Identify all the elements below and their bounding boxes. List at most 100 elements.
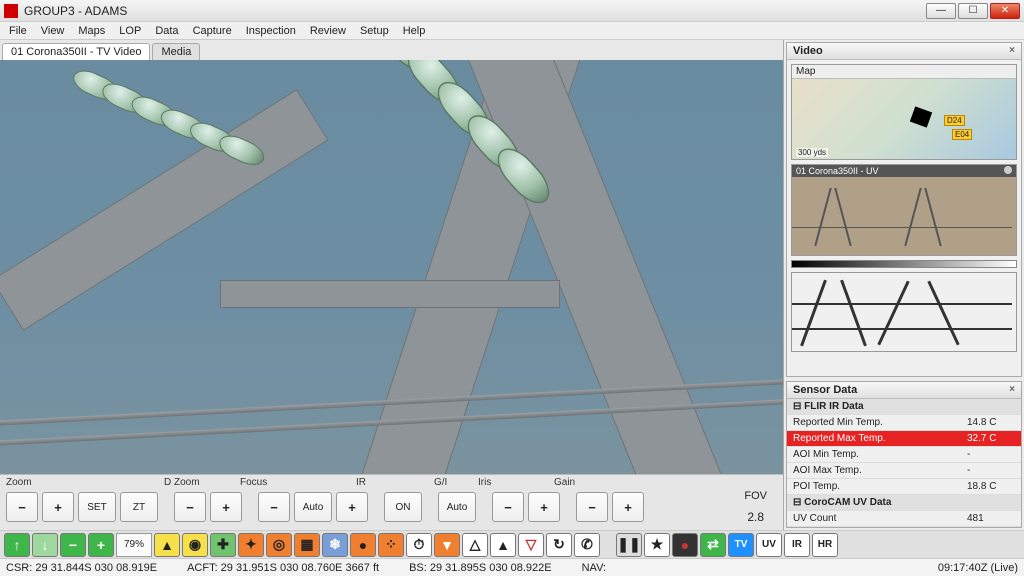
thumb-ir-image xyxy=(792,273,1016,351)
arrow-up-icon[interactable]: ↑ xyxy=(4,533,30,557)
menu-maps[interactable]: Maps xyxy=(71,24,112,38)
gi-auto-button[interactable]: Auto xyxy=(438,492,476,522)
tri-down-red-icon[interactable]: ▽ xyxy=(518,533,544,557)
row-rep-min-v: 14.8 C xyxy=(961,415,1021,431)
zoom-zt-button[interactable]: ZT xyxy=(120,492,158,522)
tab-media[interactable]: Media xyxy=(152,43,200,60)
map-label-e04: E04 xyxy=(952,129,972,140)
mode-tv-button[interactable]: TV xyxy=(728,533,754,557)
menu-data[interactable]: Data xyxy=(148,24,185,38)
video-viewport[interactable] xyxy=(0,60,783,474)
gain-up-button[interactable]: + xyxy=(612,492,644,522)
map-scale: 300 yds xyxy=(796,148,828,157)
menu-setup[interactable]: Setup xyxy=(353,24,396,38)
camera-control-strip: Zoom D Zoom Focus IR G/I Iris Gain − + S… xyxy=(0,474,783,530)
handset-icon[interactable]: ✆ xyxy=(574,533,600,557)
zoom-out-button[interactable]: − xyxy=(6,492,38,522)
thumb-status-icon xyxy=(1004,166,1012,174)
tri-down-orange-icon[interactable]: ▼ xyxy=(434,533,460,557)
video-tabs: 01 Corona350II - TV Video Media xyxy=(0,40,783,60)
minimize-button[interactable]: — xyxy=(926,3,956,19)
minus-icon[interactable]: − xyxy=(60,533,86,557)
stopwatch-icon[interactable]: ⏱ xyxy=(406,533,432,557)
sensor-panel-title: Sensor Data xyxy=(793,384,857,396)
dzoom-out-button[interactable]: − xyxy=(174,492,206,522)
row-poi-v: 18.8 C xyxy=(961,479,1021,495)
target-orange-icon[interactable]: ◎ xyxy=(266,533,292,557)
menu-view[interactable]: View xyxy=(34,24,72,38)
map-widget[interactable]: Map D24 E04 300 yds xyxy=(791,64,1017,160)
menu-help[interactable]: Help xyxy=(396,24,433,38)
mode-ir-button[interactable]: IR xyxy=(784,533,810,557)
row-rep-min-k: Reported Min Temp. xyxy=(787,415,961,431)
focus-near-button[interactable]: − xyxy=(258,492,290,522)
swap-icon[interactable]: ⇄ xyxy=(700,533,726,557)
main-toolbar: ↑ ↓ − + 79% ▲ ◉ ✚ ✦ ◎ ▦ ❄ ● ⁘ ⏱ ▼ △ ▲ ▽ … xyxy=(0,530,1024,558)
video-panel-close-icon[interactable]: × xyxy=(1009,45,1015,57)
label-fov: FOV xyxy=(744,490,767,502)
maximize-button[interactable]: ☐ xyxy=(958,3,988,19)
sensor-data-table: ⊟ FLIR IR Data Reported Min Temp.14.8 C … xyxy=(787,399,1021,527)
rotate-icon[interactable]: ↻ xyxy=(546,533,572,557)
thumb-uv-image xyxy=(792,177,1016,255)
tab-tv-video[interactable]: 01 Corona350II - TV Video xyxy=(2,43,150,60)
tri-up-purple-icon[interactable]: ▲ xyxy=(490,533,516,557)
group-coro: CoroCAM UV Data xyxy=(804,497,891,508)
gain-down-button[interactable]: − xyxy=(576,492,608,522)
compass-icon[interactable]: ▲ xyxy=(154,533,180,557)
window-title: GROUP3 - ADAMS xyxy=(24,4,926,18)
label-focus: Focus xyxy=(240,477,356,488)
video-panel-title: Video xyxy=(793,45,823,57)
mode-uv-button[interactable]: UV xyxy=(756,533,782,557)
plus-icon[interactable]: + xyxy=(88,533,114,557)
pause-icon[interactable]: ❚❚ xyxy=(616,533,642,557)
group-flir: FLIR IR Data xyxy=(804,401,863,412)
map-canvas[interactable]: D24 E04 300 yds xyxy=(792,79,1016,159)
dzoom-in-button[interactable]: + xyxy=(210,492,242,522)
focus-auto-button[interactable]: Auto xyxy=(294,492,332,522)
ir-on-button[interactable]: ON xyxy=(384,492,422,522)
grid-icon[interactable]: ▦ xyxy=(294,533,320,557)
aircraft-marker-icon xyxy=(910,106,932,127)
iris-open-button[interactable]: + xyxy=(528,492,560,522)
menu-file[interactable]: File xyxy=(2,24,34,38)
row-aoi-min-k: AOI Min Temp. xyxy=(787,447,961,463)
snowflake-icon[interactable]: ❄ xyxy=(322,533,348,557)
record-dot-icon[interactable]: ● xyxy=(350,533,376,557)
map-label-d24: D24 xyxy=(944,115,965,126)
arrow-down-icon[interactable]: ↓ xyxy=(32,533,58,557)
menu-review[interactable]: Review xyxy=(303,24,353,38)
menu-lop[interactable]: LOP xyxy=(112,24,148,38)
row-poi-k: POI Temp. xyxy=(787,479,961,495)
video-frame xyxy=(0,60,783,474)
quad-dot-icon[interactable]: ⁘ xyxy=(378,533,404,557)
tri-up-outline-icon[interactable]: △ xyxy=(462,533,488,557)
menu-capture[interactable]: Capture xyxy=(186,24,239,38)
status-time: 09:17:40Z (Live) xyxy=(938,562,1018,574)
crosshair-green-icon[interactable]: ✚ xyxy=(210,533,236,557)
thumbnail-uv[interactable]: 01 Corona350II - UV xyxy=(791,164,1017,256)
label-iris: Iris xyxy=(478,477,554,488)
thumbnail-ir[interactable] xyxy=(791,272,1017,352)
iris-close-button[interactable]: − xyxy=(492,492,524,522)
star-orange-icon[interactable]: ✦ xyxy=(238,533,264,557)
sensor-panel-close-icon[interactable]: × xyxy=(1009,384,1015,396)
menu-inspection[interactable]: Inspection xyxy=(239,24,303,38)
star-black-icon[interactable]: ★ xyxy=(644,533,670,557)
target-yellow-icon[interactable]: ◉ xyxy=(182,533,208,557)
app-icon xyxy=(4,4,18,18)
map-title: Map xyxy=(792,65,1016,79)
status-csr: CSR: 29 31.844S 030 08.919E xyxy=(6,562,157,574)
thumb-uv-title: 01 Corona350II - UV xyxy=(796,166,879,176)
row-aoi-max-k: AOI Max Temp. xyxy=(787,463,961,479)
label-zoom: Zoom xyxy=(6,477,82,488)
status-acft: ACFT: 29 31.951S 030 08.760E 3667 ft xyxy=(187,562,379,574)
record-button[interactable]: ● xyxy=(672,533,698,557)
zoom-in-button[interactable]: + xyxy=(42,492,74,522)
zoom-set-button[interactable]: SET xyxy=(78,492,116,522)
ir-gradient-bar xyxy=(791,260,1017,268)
focus-far-button[interactable]: + xyxy=(336,492,368,522)
close-button[interactable]: ✕ xyxy=(990,3,1020,19)
mode-hr-button[interactable]: HR xyxy=(812,533,838,557)
label-ir: IR xyxy=(356,477,434,488)
